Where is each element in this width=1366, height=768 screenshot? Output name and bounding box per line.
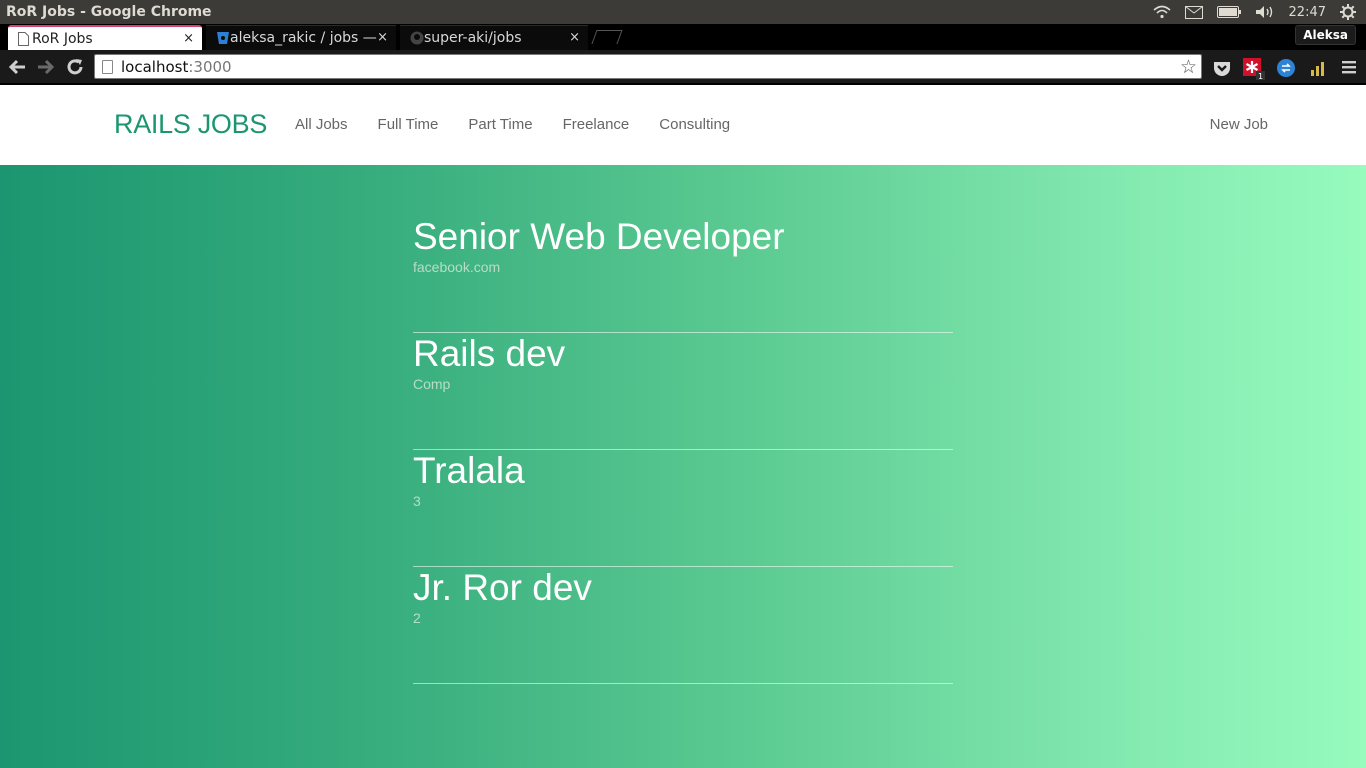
os-top-panel: RoR Jobs - Google Chrome 22:47 xyxy=(0,0,1366,24)
brand-logo-link[interactable]: RAILS JOBS xyxy=(114,109,267,140)
tab-bitbucket-repo[interactable]: aleksa_rakic / jobs — × xyxy=(206,25,396,50)
job-company: 3 xyxy=(413,493,421,509)
tab-close-icon[interactable]: × xyxy=(183,31,194,46)
job-title-link[interactable]: Senior Web Developer xyxy=(413,216,785,258)
window-title: RoR Jobs - Google Chrome xyxy=(6,4,212,20)
nav-part-time[interactable]: Part Time xyxy=(468,116,532,133)
job-item: Jr. Ror dev 2 xyxy=(413,567,953,684)
mail-icon[interactable] xyxy=(1184,5,1203,19)
job-list: Senior Web Developer facebook.com Rails … xyxy=(413,216,953,684)
profile-badge[interactable]: Aleksa xyxy=(1295,25,1356,45)
tab-label: RoR Jobs xyxy=(32,30,93,47)
job-title-link[interactable]: Rails dev xyxy=(413,333,565,375)
back-button[interactable] xyxy=(6,56,28,78)
new-tab-button[interactable] xyxy=(591,30,623,44)
url-text[interactable]: localhost:3000 xyxy=(121,58,232,76)
job-item: Tralala 3 xyxy=(413,450,953,567)
job-item: Senior Web Developer facebook.com xyxy=(413,216,953,333)
nav-freelance[interactable]: Freelance xyxy=(563,116,630,133)
signal-extension-icon[interactable] xyxy=(1309,58,1329,78)
sync-extension-icon[interactable] xyxy=(1276,58,1296,78)
system-tray: 22:47 xyxy=(1153,4,1366,20)
wifi-icon[interactable] xyxy=(1153,5,1171,19)
nav-all-jobs[interactable]: All Jobs xyxy=(295,116,348,133)
lastpass-icon[interactable]: 1 xyxy=(1243,58,1265,81)
tab-github-repo[interactable]: super-aki/jobs × xyxy=(400,25,588,50)
nav-consulting[interactable]: Consulting xyxy=(659,116,730,133)
tab-ror-jobs[interactable]: RoR Jobs × xyxy=(8,25,202,50)
job-title-link[interactable]: Jr. Ror dev xyxy=(413,567,592,609)
nav-links: All Jobs Full Time Part Time Freelance C… xyxy=(295,116,730,133)
settings-gear-icon[interactable] xyxy=(1340,4,1356,20)
job-company: Comp xyxy=(413,376,451,392)
tab-strip: RoR Jobs × aleksa_rakic / jobs — × super… xyxy=(0,24,1366,50)
page-icon xyxy=(18,32,32,46)
page-icon xyxy=(102,59,113,74)
bookmark-star-icon[interactable]: ☆ xyxy=(1180,56,1197,78)
volume-icon[interactable] xyxy=(1255,5,1275,19)
menu-icon[interactable] xyxy=(1340,58,1360,78)
tab-label: super-aki/jobs xyxy=(424,30,522,46)
clock[interactable]: 22:47 xyxy=(1289,5,1326,20)
github-icon xyxy=(410,31,424,45)
tab-close-icon[interactable]: × xyxy=(569,30,580,45)
nav-full-time[interactable]: Full Time xyxy=(378,116,439,133)
new-job-link[interactable]: New Job xyxy=(1210,116,1268,133)
web-page: RAILS JOBS All Jobs Full Time Part Time … xyxy=(0,85,1366,768)
site-navbar: RAILS JOBS All Jobs Full Time Part Time … xyxy=(0,85,1366,165)
tab-label: aleksa_rakic / jobs — xyxy=(230,30,377,46)
job-company: facebook.com xyxy=(413,259,501,275)
forward-button[interactable] xyxy=(35,56,57,78)
bitbucket-icon xyxy=(216,31,230,45)
battery-icon[interactable] xyxy=(1216,6,1241,18)
job-item: Rails dev Comp xyxy=(413,333,953,450)
tab-close-icon[interactable]: × xyxy=(377,30,388,45)
job-title-link[interactable]: Tralala xyxy=(413,450,525,492)
pocket-icon[interactable] xyxy=(1212,58,1232,78)
reload-button[interactable] xyxy=(64,56,86,78)
job-company: 2 xyxy=(413,610,421,626)
svg-text:1: 1 xyxy=(1258,72,1263,80)
browser-toolbar: localhost:3000 ☆ 1 xyxy=(0,50,1366,84)
address-bar[interactable]: localhost:3000 ☆ xyxy=(94,54,1202,79)
